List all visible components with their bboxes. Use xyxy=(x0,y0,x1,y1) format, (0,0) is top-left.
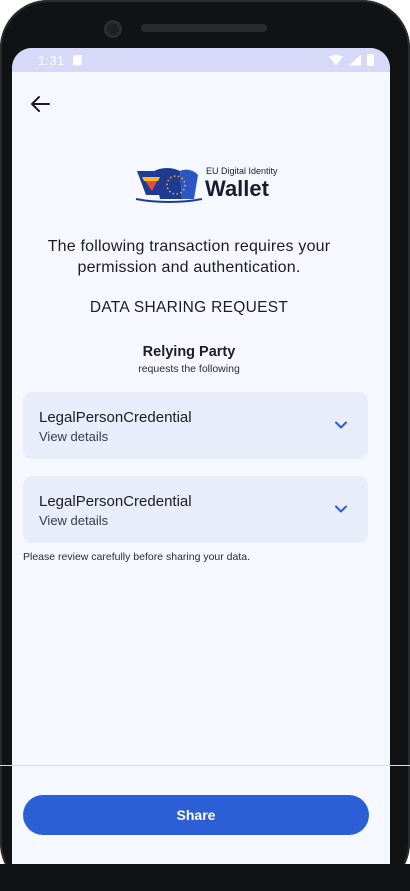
back-button[interactable] xyxy=(26,90,54,118)
battery-icon xyxy=(367,54,374,66)
request-title: DATA SHARING REQUEST xyxy=(89,299,289,316)
device-bottom-bezel xyxy=(0,864,410,891)
earpiece-speaker xyxy=(141,24,267,32)
share-button[interactable]: Share xyxy=(23,795,369,835)
credential-title: LegalPersonCredential xyxy=(39,493,192,510)
status-time: 1:31 xyxy=(38,52,65,68)
eu-wallet-logo-mark xyxy=(136,168,202,203)
credential-view-details[interactable]: View details xyxy=(39,513,108,528)
logo-title: Wallet xyxy=(205,176,269,201)
chevron-down-icon[interactable] xyxy=(334,502,348,516)
signal-icon xyxy=(349,54,361,66)
relying-party-name: Relying Party xyxy=(142,344,236,360)
credential-card[interactable]: LegalPersonCredential View details xyxy=(23,392,368,459)
credential-title: LegalPersonCredential xyxy=(39,409,192,426)
chevron-down-icon[interactable] xyxy=(334,418,348,432)
relying-party-subtitle: requests the following xyxy=(138,363,240,375)
wifi-icon xyxy=(329,54,343,66)
credential-card[interactable]: LegalPersonCredential View details xyxy=(23,476,368,543)
intro-text: The following transaction requires your … xyxy=(47,238,331,276)
credential-view-details[interactable]: View details xyxy=(39,429,108,444)
status-icons xyxy=(329,54,374,66)
front-camera xyxy=(104,20,122,38)
sd-card-icon xyxy=(72,54,82,66)
bottom-divider xyxy=(0,765,410,766)
arrow-left-icon xyxy=(31,96,50,112)
review-note: Please review carefully before sharing y… xyxy=(23,551,251,563)
status-bar: 1:31 xyxy=(12,48,390,72)
logo-subtitle: EU Digital Identity xyxy=(206,166,278,176)
